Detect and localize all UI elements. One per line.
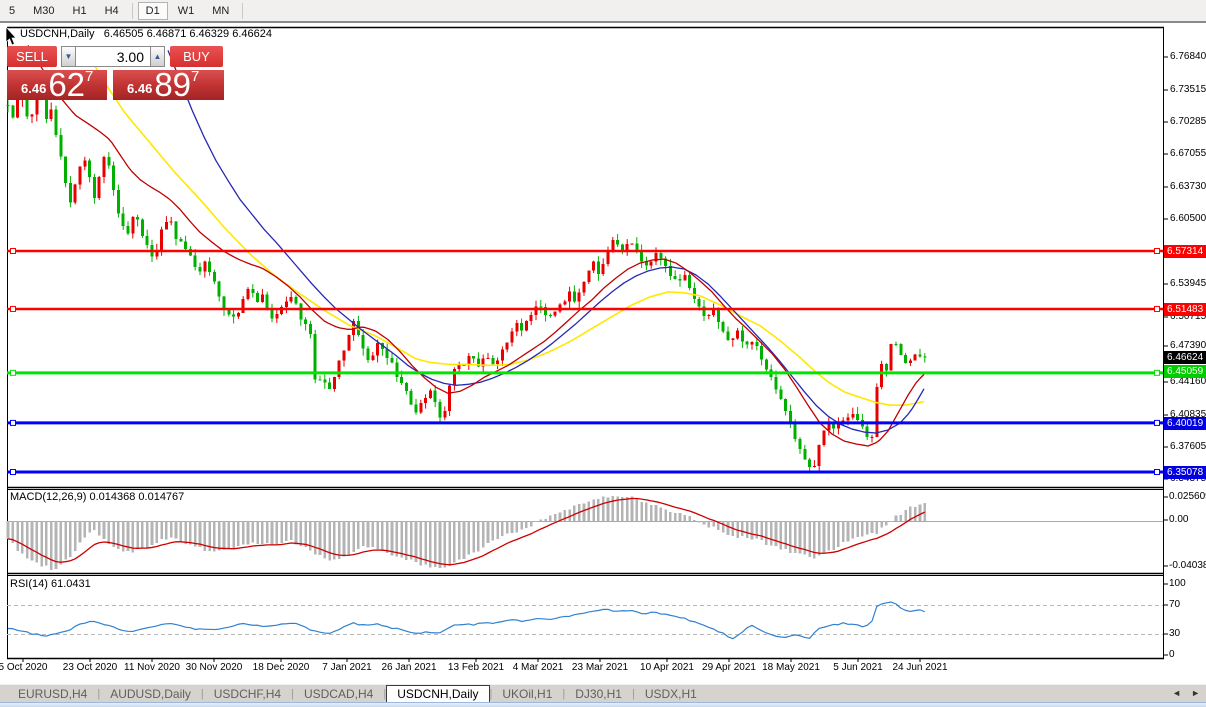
tab-usdcnh[interactable]: USDCNH,Daily	[386, 684, 490, 703]
time-axis-label: 24 Jun 2021	[892, 662, 948, 673]
indicator-axis-label: 70	[1169, 599, 1181, 610]
time-axis-label: 7 Jan 2021	[322, 662, 372, 673]
time-axis-label: 29 Apr 2021	[702, 662, 756, 673]
tab-ukoil[interactable]: UKOil,H1	[492, 686, 562, 702]
tab-usdcad[interactable]: USDCAD,H4	[294, 686, 383, 702]
chart-title: USDCNH,Daily 6.46505 6.46871 6.46329 6.4…	[20, 28, 272, 40]
indicator-axis-label: 0.025609	[1169, 491, 1206, 502]
price-axis-label: 6.70285	[1170, 116, 1206, 127]
price-axis-label: 6.67055	[1170, 148, 1206, 159]
price-axis-label: 6.37605	[1170, 441, 1206, 452]
time-axis-label: 5 Oct 2020	[0, 662, 48, 673]
sell-price-pip-digit: 7	[85, 68, 94, 85]
time-axis-label: 4 Mar 2021	[512, 662, 564, 673]
indicator-axis-label: 0.00	[1169, 514, 1189, 525]
buy-price-big-digits: 89	[154, 66, 192, 103]
tab-audusd[interactable]: AUDUSD,Daily	[100, 686, 201, 702]
time-axis-label: 5 Jun 2021	[833, 662, 883, 673]
rsi-label: RSI(14) 61.0431	[10, 578, 91, 590]
sell-price-prefix: 6.46	[21, 81, 47, 96]
time-axis-label: 30 Nov 2020	[185, 662, 243, 673]
macd-label: MACD(12,26,9) 0.014368 0.014767	[10, 491, 185, 503]
spinner-down-icon: ▼	[64, 52, 73, 61]
chart-canvas[interactable]	[0, 0, 1206, 707]
chart-symbol-period: USDCNH,Daily	[20, 28, 95, 40]
tabs-scroll-right-icon[interactable]: ►	[1191, 688, 1200, 698]
price-axis-label: 6.44160	[1170, 376, 1206, 387]
price-axis-badge: 6.35078	[1164, 465, 1206, 479]
price-axis-label: 6.53945	[1170, 278, 1206, 289]
indicator-axis-label: 0	[1169, 649, 1175, 660]
price-axis-label: 6.73515	[1170, 84, 1206, 95]
time-axis-label: 10 Apr 2021	[640, 662, 694, 673]
indicator-axis-label: -0.04038	[1169, 560, 1206, 571]
indicator-axis-label: 100	[1169, 578, 1186, 589]
price-axis-badge: 6.46624	[1164, 350, 1206, 364]
time-axis-label: 26 Jan 2021	[381, 662, 437, 673]
trading-app-window: 5 M30 H1 H4 D1 W1 MN USDCNH,Daily 6.46505 6.46…	[0, 0, 1206, 707]
price-axis-badge: 6.45059	[1164, 364, 1206, 378]
tabs-scroll-left-icon[interactable]: ◄	[1172, 688, 1181, 698]
sell-price-display[interactable]: 6.46 62 7	[7, 66, 107, 103]
spinner-up-icon: ▲	[153, 52, 162, 61]
price-axis-badge: 6.51483	[1164, 302, 1206, 316]
tab-eurusd[interactable]: EURUSD,H4	[8, 686, 97, 702]
price-axis-badge: 6.57314	[1164, 244, 1206, 258]
buy-price-prefix: 6.46	[127, 81, 153, 96]
symbol-tab-bar: EURUSD,H4 | AUDUSD,Daily | USDCHF,H4 | USDCAD,…	[0, 684, 1206, 703]
buy-button[interactable]: BUY	[170, 46, 223, 67]
sell-price-big-digits: 62	[48, 66, 86, 103]
tab-dj30[interactable]: DJ30,H1	[565, 686, 632, 702]
mouse-cursor-icon	[5, 27, 17, 46]
tab-usdx[interactable]: USDX,H1	[635, 686, 707, 702]
volume-input[interactable]: 3.00	[76, 46, 150, 67]
time-axis-label: 13 Feb 2021	[447, 662, 505, 673]
time-axis-label: 11 Nov 2020	[124, 662, 180, 673]
time-axis-label: 23 Oct 2020	[62, 662, 118, 673]
buy-price-display[interactable]: 6.46 89 7	[113, 66, 224, 103]
bottom-window-strip	[0, 702, 1206, 707]
time-axis-label: 18 Dec 2020	[252, 662, 310, 673]
buy-price-pip-digit: 7	[191, 68, 200, 85]
volume-decrease-button[interactable]: ▼	[61, 46, 76, 67]
time-axis-label: 23 Mar 2021	[571, 662, 629, 673]
price-axis-label: 6.60500	[1170, 213, 1206, 224]
price-axis-label: 6.76840	[1170, 51, 1206, 62]
price-axis-label: 6.63730	[1170, 181, 1206, 192]
time-axis-label: 18 May 2021	[762, 662, 820, 673]
one-click-trading-widget: SELL ▼ 3.00 ▲ BUY 6.46 62 7 6.46 89 7	[7, 46, 225, 103]
tab-usdchf[interactable]: USDCHF,H4	[204, 686, 291, 702]
volume-increase-button[interactable]: ▲	[150, 46, 165, 67]
sell-button[interactable]: SELL	[7, 46, 57, 67]
chart-ohlc-values: 6.46505 6.46871 6.46329 6.46624	[103, 28, 272, 40]
indicator-axis-label: 30	[1169, 628, 1181, 639]
price-axis-badge: 6.40019	[1164, 416, 1206, 430]
